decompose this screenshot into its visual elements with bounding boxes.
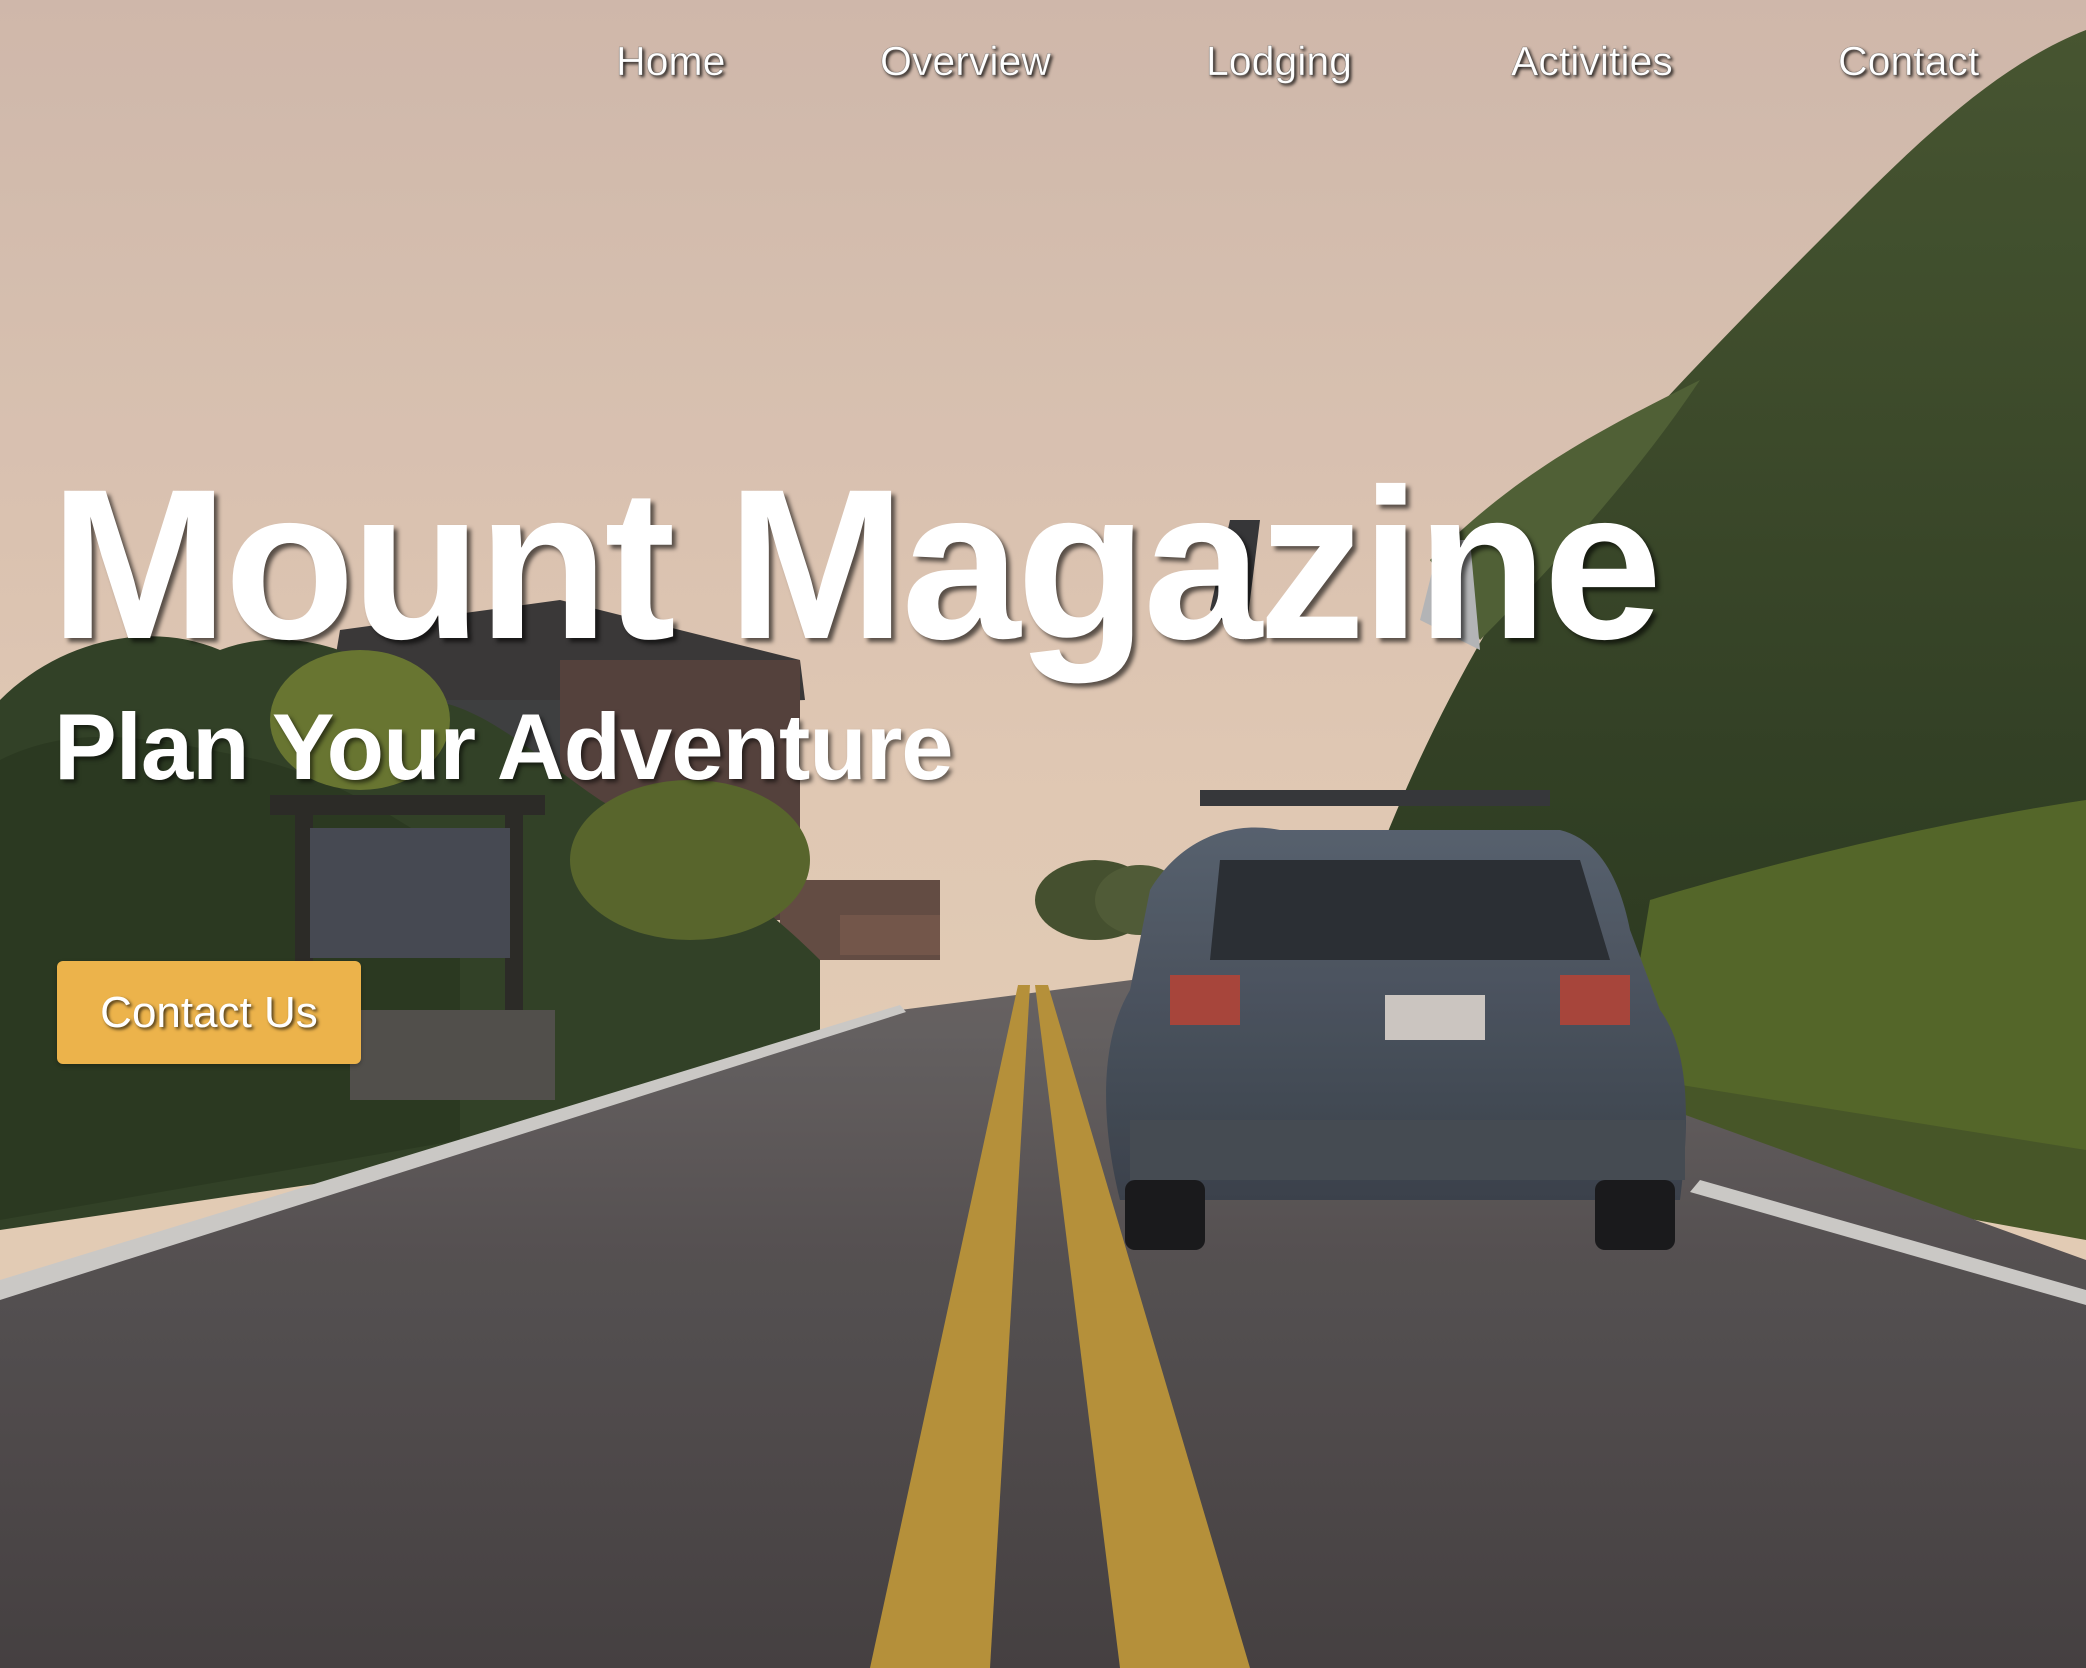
- nav-link-overview[interactable]: Overview: [880, 38, 1051, 85]
- nav-link-activities[interactable]: Activities: [1511, 38, 1673, 85]
- hero-subtitle: Plan Your Adventure: [54, 694, 954, 799]
- hero-background-image: [0, 0, 2086, 1668]
- nav-link-lodging[interactable]: Lodging: [1206, 38, 1353, 85]
- nav-link-contact[interactable]: Contact: [1838, 38, 1980, 85]
- hero-title: Mount Magazine: [50, 445, 1662, 684]
- top-navigation: Home Overview Lodging Activities Contact: [0, 0, 2086, 130]
- landing-page: Home Overview Lodging Activities Contact…: [0, 0, 2086, 1668]
- nav-link-home[interactable]: Home: [616, 38, 726, 85]
- contact-us-button[interactable]: Contact Us: [57, 961, 361, 1064]
